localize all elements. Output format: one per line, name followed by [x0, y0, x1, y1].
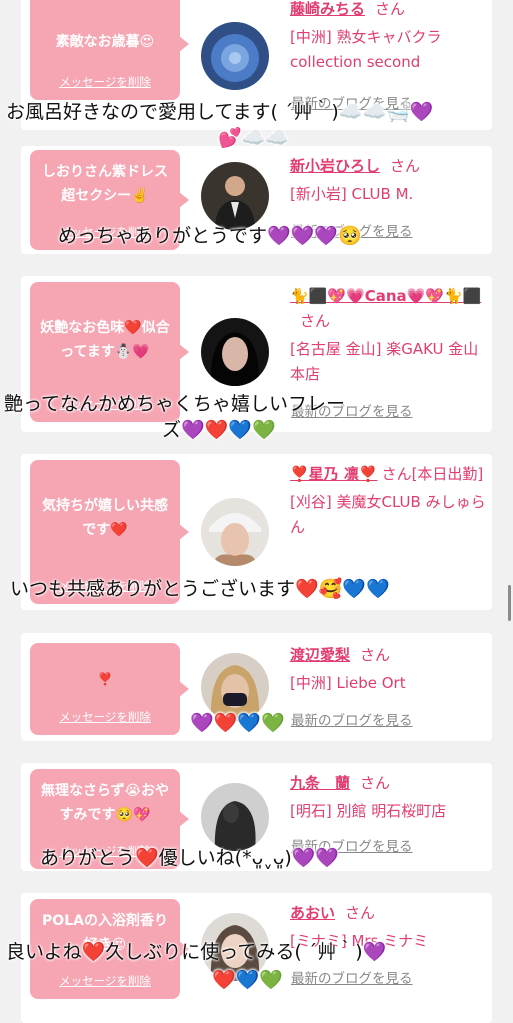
sender-name-link[interactable]: ❣️星乃 凛❣️	[290, 465, 378, 483]
delete-message-link[interactable]: メッセージを削除	[30, 709, 180, 725]
honorific: さん	[375, 0, 406, 18]
shop-name[interactable]: [名古屋 金山] 楽GAKU 金山本店	[290, 337, 490, 387]
shop-name[interactable]: [中洲] Liebe Ort	[290, 671, 490, 696]
sender-info: 九条 蘭さん [明石] 別館 明石桜町店	[290, 771, 490, 824]
avatar[interactable]	[201, 498, 269, 566]
shop-name[interactable]: [中洲] 熟女キャバクラ collection second	[290, 25, 490, 75]
delete-message-link[interactable]: メッセージを削除	[30, 74, 180, 90]
sender-info: 渡辺愛梨 さん [中洲] Liebe Ort	[290, 643, 490, 696]
latest-blog-link[interactable]: 最新のブログを見る	[291, 709, 413, 729]
sender-name-link[interactable]: 九条 蘭	[290, 774, 350, 792]
sender-info: 🐈⬛💖💗Cana💗💖🐈⬛ さん [名古屋 金山] 楽GAKU 金山本店	[290, 284, 490, 387]
sender-info: ❣️星乃 凛❣️ さん[本日出勤] [刈谷] 美魔女CLUB みしゅらん	[290, 462, 490, 540]
overlay-caption: いつも共感ありがとうございます❤️🥰💙💙	[10, 578, 390, 600]
honorific: さん	[360, 646, 391, 664]
avatar[interactable]	[201, 783, 269, 851]
sender-info: 藤崎みちる さん [中洲] 熟女キャバクラ collection second	[290, 0, 490, 75]
sender-name-link[interactable]: あおい	[290, 904, 335, 922]
message-text: 素敵なお歳暮😍	[55, 34, 155, 50]
avatar[interactable]	[201, 22, 269, 90]
overlay-caption: ありがとう❤️優しいね(*ᴗ͈ˬᴗ͈)💜💜	[40, 847, 340, 869]
honorific: さん	[300, 312, 331, 330]
overlay-caption: 良いよね❤️久しぶりに使ってみる( ´艸｀)💜	[6, 941, 387, 963]
honorific: さん	[345, 904, 376, 922]
message-text: しおりさん紫ドレス超セクシー✌️	[42, 164, 168, 204]
honorific: さん[本日出勤]	[381, 465, 484, 483]
sender-name-link[interactable]: 🐈⬛💖💗Cana💗💖🐈⬛	[290, 287, 481, 305]
delete-message-link[interactable]: メッセージを削除	[30, 973, 180, 989]
message-bubble: ❣️ メッセージを削除	[30, 643, 189, 735]
avatar[interactable]	[201, 318, 269, 386]
latest-blog-link[interactable]: 最新のブログを見る	[291, 967, 413, 987]
message-text: 無理なさらず😭おやすみです🥺💖	[40, 783, 170, 823]
avatar[interactable]	[201, 162, 269, 230]
overlay-caption: 💜❤️💙💚	[190, 712, 285, 734]
overlay-caption: めっちゃありがとうです💜💜💜🥺	[58, 225, 362, 247]
message-text: ❣️	[97, 672, 113, 686]
message-bubble: 素敵なお歳暮😍 メッセージを削除	[30, 0, 189, 100]
overlay-caption: ❤️💙💚	[212, 969, 283, 991]
honorific: さん	[360, 774, 391, 792]
overlay-caption: 艶ってなんかめちゃくちゃ嬉しいフレー	[4, 393, 346, 415]
shop-name[interactable]: [新小岩] CLUB M.	[290, 182, 490, 207]
sender-name-link[interactable]: 藤崎みちる	[290, 0, 365, 18]
shop-name[interactable]: [明石] 別館 明石桜町店	[290, 799, 490, 824]
overlay-caption: 💕☁️☁️	[218, 127, 289, 149]
message-text: 妖艶なお色味❤️似合ってます☃️💗	[40, 320, 170, 360]
sender-name-link[interactable]: 新小岩ひろし	[290, 157, 380, 175]
honorific: さん	[390, 157, 421, 175]
sender-name-link[interactable]: 渡辺愛梨	[290, 646, 350, 664]
shop-name[interactable]: [刈谷] 美魔女CLUB みしゅらん	[290, 490, 490, 540]
scrollbar[interactable]	[508, 585, 511, 621]
sender-info: 新小岩ひろし さん [新小岩] CLUB M.	[290, 154, 490, 207]
overlay-caption: お風呂好きなので愛用してます( ´艸｀)☁️☁️🛁💜	[6, 101, 434, 123]
message-text: 気持ちが嬉しい共感です❤️	[42, 498, 168, 538]
overlay-caption: ズ💜❤️💙💚	[162, 419, 276, 441]
